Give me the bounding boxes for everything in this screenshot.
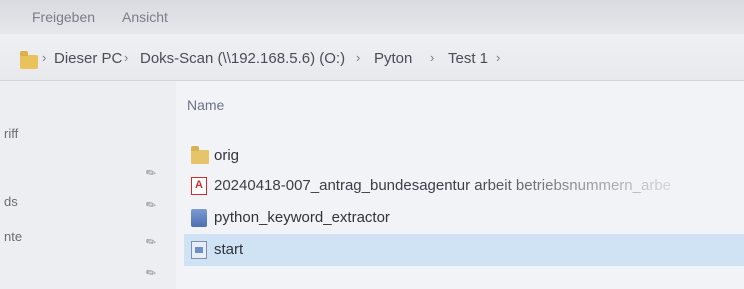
breadcrumb-test-1[interactable]: Test 1 [448,50,488,67]
ribbon-tab-bar: Freigeben Ansicht [0,0,744,35]
breadcrumb-pyton[interactable]: Pyton [374,50,412,67]
file-row[interactable]: A 20240418-007_antrag_bundesagentur arbe… [184,172,744,200]
folder-icon [20,51,38,69]
breadcrumb-dieser-pc[interactable]: Dieser PC [54,50,122,67]
python-file-icon [191,209,207,227]
batch-file-icon [191,241,207,259]
file-name: python_keyword_extractor [214,209,390,226]
tab-freigeben[interactable]: Freigeben [32,9,95,25]
chevron-right-icon: › [124,50,129,65]
folder-icon [191,146,209,164]
file-row[interactable]: python_keyword_extractor [184,204,744,232]
chevron-right-icon: › [430,50,435,65]
tab-ansicht[interactable]: Ansicht [122,9,168,25]
file-row-selected[interactable]: start [184,234,744,266]
breadcrumb-doks-scan[interactable]: Doks-Scan (\\192.168.5.6) (O:) [140,50,345,67]
chevron-right-icon: › [356,50,361,65]
file-row[interactable]: orig [184,142,744,170]
nav-item-label[interactable]: ds [4,194,18,209]
file-name: start [214,241,244,258]
nav-item-label[interactable]: nte [4,229,22,244]
nav-item-label[interactable]: riff [4,126,18,141]
chevron-right-icon: › [496,50,501,65]
navigation-pane [0,81,176,289]
column-header-name[interactable]: Name [187,97,224,113]
pdf-icon: A [191,177,207,195]
file-name: orig [214,147,240,164]
file-name: 20240418-007_antrag_bundesagentur arbeit… [214,177,672,194]
chevron-right-icon: › [42,50,47,65]
